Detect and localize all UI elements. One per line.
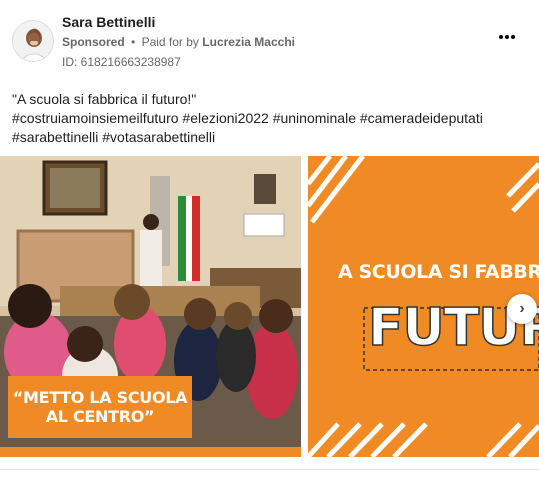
author-name[interactable]: Sara Bettinelli — [62, 14, 155, 30]
more-horizontal-icon — [499, 35, 503, 39]
caption-line-1: “METTO LA SCUOLA — [12, 388, 188, 407]
avatar-image — [13, 21, 53, 61]
slide-headline: A SCUOLA SI FABBRICA — [338, 261, 539, 283]
carousel-slide-graphic[interactable]: A SCUOLA SI FABBRICA FUTURO — [308, 156, 539, 457]
carousel-next-button[interactable]: › — [507, 294, 537, 324]
payer-name: Lucrezia Macchi — [202, 35, 295, 49]
more-horizontal-icon — [505, 35, 509, 39]
slide-caption-box: “METTO LA SCUOLA AL CENTRO” — [8, 376, 192, 438]
more-horizontal-icon — [511, 35, 515, 39]
media-carousel[interactable]: “METTO LA SCUOLA AL CENTRO” A SCUOLA SI … — [0, 156, 539, 457]
post-text: "A scuola si fabbrica il futuro!" #costr… — [12, 90, 527, 147]
ad-id: ID: 618216663238987 — [62, 55, 181, 69]
post-text-line: "A scuola si fabbrica il futuro!" — [12, 91, 197, 107]
author-avatar[interactable] — [12, 20, 54, 62]
ad-card: Sara Bettinelli Sponsored • Paid for by … — [0, 0, 539, 470]
separator-dot: • — [131, 35, 136, 49]
post-hashtags-line[interactable]: #sarabettinelli #votasarabettinelli — [12, 128, 527, 147]
carousel-slide-photo[interactable]: “METTO LA SCUOLA AL CENTRO” — [0, 156, 301, 457]
sponsorship-line: Sponsored • Paid for by Lucrezia Macchi — [62, 35, 295, 49]
orange-stripe — [0, 447, 301, 457]
more-options-button[interactable] — [497, 30, 517, 44]
sponsored-label: Sponsored — [62, 35, 125, 49]
caption-line-2: AL CENTRO” — [45, 407, 155, 426]
slide-caption-text: “METTO LA SCUOLA AL CENTRO” — [13, 388, 188, 426]
post-hashtags-line[interactable]: #costruiamoinsiemeilfuturo #elezioni2022… — [12, 109, 527, 128]
chevron-right-icon: › — [519, 300, 525, 317]
paid-for-label: Paid for by — [141, 35, 199, 49]
post-header: Sara Bettinelli Sponsored • Paid for by … — [12, 14, 527, 70]
